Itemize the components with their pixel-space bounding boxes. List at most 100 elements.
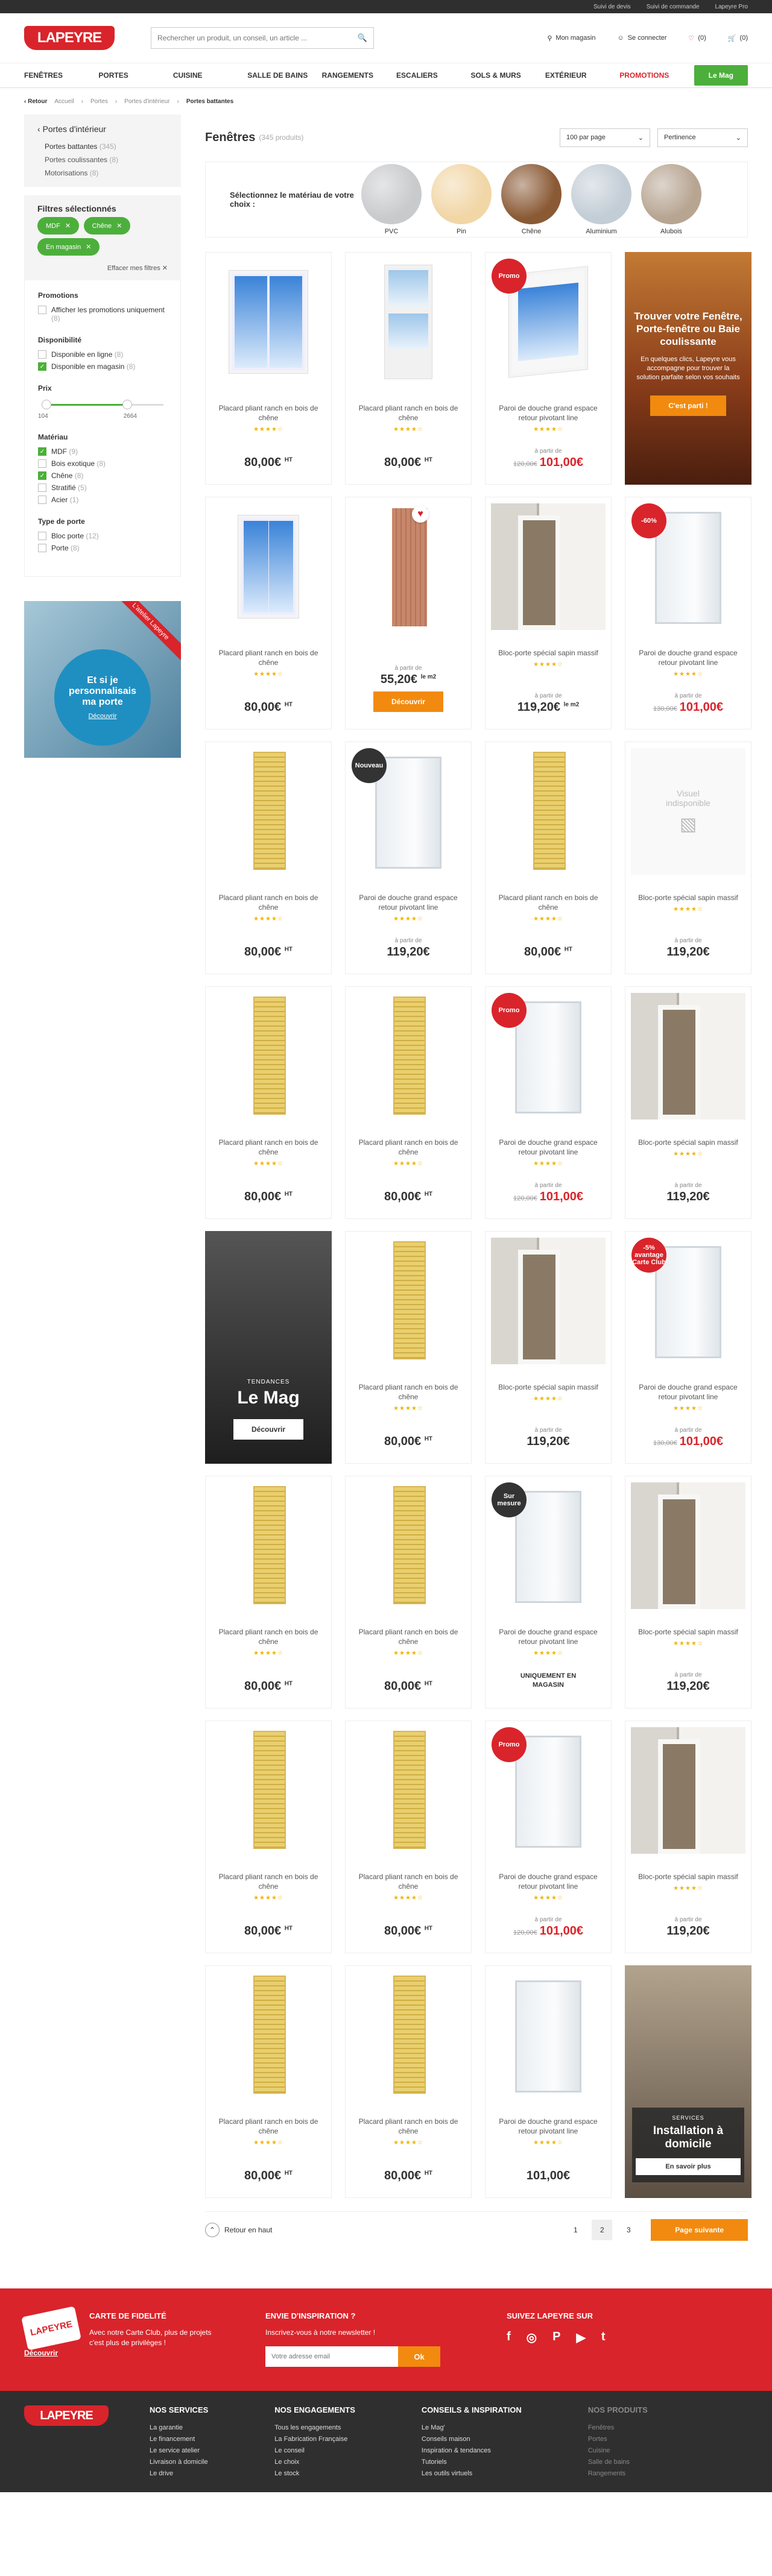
instagram-icon[interactable]: ◎ (527, 2330, 537, 2345)
facebook-icon[interactable]: f (507, 2330, 511, 2345)
slider-handle-max[interactable] (122, 400, 132, 409)
checkbox[interactable] (38, 544, 46, 552)
product-name[interactable]: Placard pliant ranch en bois de chêne (217, 1138, 320, 1157)
footer-link[interactable]: Le service atelier (150, 2447, 208, 2454)
product-name[interactable]: Paroi de douche grand espace retour pivo… (637, 648, 739, 667)
product-name[interactable]: Placard pliant ranch en bois de chêne (357, 1138, 460, 1157)
product-card[interactable]: Placard pliant ranch en bois de chêne ★★★… (345, 1476, 472, 1708)
twitter-icon[interactable]: t (601, 2330, 606, 2345)
product-card[interactable]: Placard pliant ranch en bois de chêne ★★★… (205, 1965, 332, 2198)
window-finder-promo[interactable]: Trouver votre Fenêtre, Porte-fenêtre ou … (625, 252, 751, 485)
facet-option[interactable]: Bois exotique (8) (38, 459, 167, 468)
product-image[interactable] (211, 993, 326, 1120)
nav-escaliers[interactable]: ESCALIERS (396, 71, 470, 80)
filter-chip[interactable]: Chêne ✕ (83, 217, 131, 235)
product-name[interactable]: Placard pliant ranch en bois de chêne (357, 1627, 460, 1646)
nav-le-mag[interactable]: Le Mag (694, 65, 748, 86)
product-card[interactable]: Placard pliant ranch en bois de chêne ★★★… (345, 1231, 472, 1464)
footer-link[interactable]: Le financement (150, 2436, 208, 2443)
product-name[interactable]: Bloc-porte spécial sapin massif (637, 1138, 739, 1147)
facet-option[interactable]: Disponible en ligne (8) (38, 350, 167, 359)
product-image[interactable] (351, 503, 466, 630)
material-option[interactable]: Pin (426, 164, 496, 235)
product-image[interactable] (631, 1482, 745, 1609)
footer-link[interactable]: Cuisine (588, 2447, 648, 2454)
wishlist-link[interactable]: ♡ (0) (689, 34, 706, 42)
product-card[interactable]: Placard pliant ranch en bois de chêne ★★★… (205, 1721, 332, 1953)
heart-icon[interactable]: ♥ (412, 506, 429, 523)
back-to-top-link[interactable]: ⌃ Retour en haut (205, 2222, 272, 2237)
product-card[interactable]: Placard pliant ranch en bois de chêne ★★★… (205, 252, 332, 485)
product-name[interactable]: Bloc-porte spécial sapin massif (497, 648, 600, 658)
product-name[interactable]: Placard pliant ranch en bois de chêne (357, 403, 460, 423)
close-icon[interactable]: ✕ (116, 222, 122, 230)
footer-link[interactable]: Le stock (274, 2470, 355, 2477)
category-item[interactable]: Portes battantes (345) (45, 142, 168, 151)
footer-link[interactable]: Conseils maison (422, 2436, 522, 2443)
facet-option[interactable]: Bloc porte (12) (38, 532, 167, 540)
nav-cuisine[interactable]: CUISINE (173, 71, 247, 80)
facet-option[interactable]: ✓ Disponible en magasin (8) (38, 362, 167, 371)
product-card[interactable]: -5% avantage Carte Club Paroi de douche g… (625, 1231, 751, 1464)
nav-fenetres[interactable]: FENÊTRES (24, 71, 98, 80)
next-page-button[interactable]: Page suivante (651, 2219, 748, 2241)
product-image[interactable] (211, 503, 326, 630)
product-name[interactable]: Placard pliant ranch en bois de chêne (357, 1382, 460, 1402)
footer-link[interactable]: Tous les engagements (274, 2424, 355, 2431)
logo[interactable]: LAPEYRE (24, 26, 115, 50)
promo-button[interactable]: C'est parti ! (650, 395, 726, 416)
promo-link[interactable]: Découvrir (88, 713, 116, 720)
nav-exterieur[interactable]: EXTÉRIEUR (545, 71, 619, 80)
product-name[interactable]: Placard pliant ranch en bois de chêne (217, 403, 320, 423)
product-card[interactable]: ♥ à partir de 55,20€ le m2 Découvrir (345, 497, 472, 729)
product-card[interactable]: Placard pliant ranch en bois de chêne ★★★… (345, 1965, 472, 2198)
checkbox-checked[interactable]: ✓ (38, 362, 46, 371)
nav-sols-murs[interactable]: SOLS & MURS (470, 71, 545, 80)
per-page-select[interactable]: 100 par page ⌄ (560, 128, 650, 147)
quote-tracking-link[interactable]: Suivi de devis (593, 4, 631, 10)
breadcrumb-item[interactable]: Accueil (54, 98, 74, 105)
footer-logo[interactable]: LAPEYRE (24, 2405, 109, 2426)
facet-option[interactable]: Acier (1) (38, 496, 167, 504)
product-name[interactable]: Paroi de douche grand espace retour pivo… (497, 2117, 600, 2136)
footer-link[interactable]: Inspiration & tendances (422, 2447, 522, 2454)
reset-filters-link[interactable]: Effacer mes filtres ✕ (37, 264, 168, 272)
footer-link[interactable]: Tutoriels (422, 2458, 522, 2466)
mag-promo[interactable]: TENDANCES Le Mag Découvrir (205, 1231, 332, 1464)
product-card[interactable]: Nouveau Paroi de douche grand espace reto… (345, 742, 472, 974)
nav-portes[interactable]: PORTES (98, 71, 172, 80)
login-link[interactable]: ☺ Se connecter (617, 34, 666, 42)
product-image[interactable] (491, 1972, 606, 2099)
product-image[interactable] (351, 993, 466, 1120)
product-card[interactable]: Bloc-porte spécial sapin massif ★★★★☆ à pa… (625, 1476, 751, 1708)
page-2[interactable]: 2 (592, 2219, 613, 2240)
product-name[interactable]: Placard pliant ranch en bois de chêne (217, 648, 320, 667)
cart-link[interactable]: 🛒 (0) (728, 34, 748, 42)
material-option[interactable]: Alubois (636, 164, 706, 235)
breadcrumb-back[interactable]: ‹ Retour (24, 98, 47, 105)
product-card[interactable]: Visuel indisponible ▧ Bloc-porte spécial s… (625, 742, 751, 974)
price-slider[interactable] (42, 400, 163, 409)
install-button[interactable]: En savoir plus (636, 2158, 741, 2175)
checkbox[interactable] (38, 496, 46, 504)
search-input[interactable] (157, 34, 350, 42)
product-image[interactable] (211, 1727, 326, 1854)
sort-select[interactable]: Pertinence ⌄ (657, 128, 748, 147)
product-name[interactable]: Bloc-porte spécial sapin massif (637, 1627, 739, 1637)
product-card[interactable]: Placard pliant ranch en bois de chêne ★★★… (485, 742, 612, 974)
product-image[interactable] (351, 1238, 466, 1364)
facet-option[interactable]: Porte (8) (38, 544, 167, 552)
customize-door-promo[interactable]: L'atelier Lapeyre Et si je personnalisai… (24, 601, 181, 758)
product-name[interactable]: Placard pliant ranch en bois de chêne (357, 1872, 460, 1891)
product-image[interactable] (631, 993, 745, 1120)
page-1[interactable]: 1 (565, 2220, 586, 2240)
loyalty-link[interactable]: Découvrir (24, 2349, 58, 2357)
page-3[interactable]: 3 (618, 2220, 639, 2240)
product-image[interactable] (491, 748, 606, 875)
product-name[interactable]: Placard pliant ranch en bois de chêne (217, 893, 320, 912)
footer-link[interactable]: La Fabrication Française (274, 2436, 355, 2443)
product-card[interactable]: Placard pliant ranch en bois de chêne ★★★… (205, 497, 332, 729)
nav-promotions[interactable]: PROMOTIONS (619, 71, 694, 80)
nav-rangements[interactable]: RANGEMENTS (322, 71, 396, 80)
checkbox[interactable] (38, 350, 46, 359)
